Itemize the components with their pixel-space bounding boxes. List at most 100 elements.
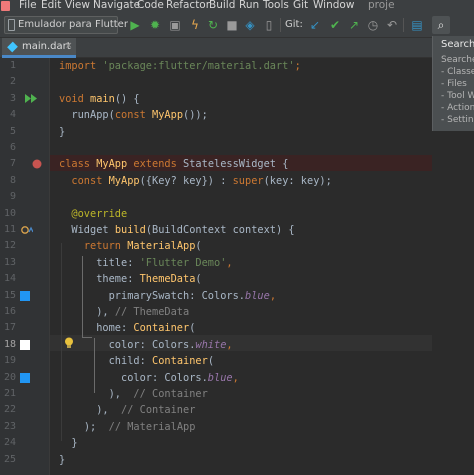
android-studio-logo-icon <box>1 1 10 11</box>
menu-file[interactable]: File <box>19 0 37 12</box>
token-keyword: const <box>114 109 146 122</box>
menu-bar: File Edit View Navigate Code Refactor Bu… <box>0 0 474 12</box>
token-comment: // ThemeData <box>114 306 190 318</box>
token-punct: , <box>226 256 233 269</box>
run-with-coverage-icon[interactable]: ▣ <box>167 17 183 33</box>
menu-edit[interactable]: Edit <box>41 0 61 12</box>
menu-window[interactable]: Window <box>313 0 354 12</box>
token-text: ), <box>96 306 115 318</box>
menu-view[interactable]: View <box>65 0 90 12</box>
token-constant: white <box>195 338 227 351</box>
flutter-inspector-icon[interactable]: ◈ <box>242 17 258 33</box>
git-update-icon[interactable]: ↙ <box>307 17 323 33</box>
menu-refactor[interactable]: Refactor <box>166 0 210 12</box>
token-keyword: return <box>83 240 122 253</box>
git-commit-icon[interactable]: ✔ <box>327 17 343 33</box>
line-number: 14 <box>3 273 16 285</box>
line-number: 18 <box>3 338 16 350</box>
override-method-icon[interactable] <box>21 225 33 235</box>
line-number: 7 <box>9 158 16 170</box>
token-text: ), <box>96 404 122 417</box>
token-text: ( <box>195 240 202 253</box>
menu-git[interactable]: Git <box>293 0 308 12</box>
device-selector[interactable]: Emulador para Flutter <box>4 16 128 34</box>
line-number: 3 <box>9 92 16 104</box>
project-structure-icon[interactable]: ▤ <box>409 17 425 33</box>
rollback-icon[interactable]: ↶ <box>384 17 400 33</box>
code-line-12: return MaterialApp( <box>59 238 202 254</box>
token-text: ()); <box>183 109 208 122</box>
blue-color-swatch[interactable] <box>20 291 30 301</box>
hot-restart-icon[interactable]: ↻ <box>205 17 221 33</box>
token-text: StatelessWidget { <box>183 158 289 171</box>
token-function: build <box>114 224 146 236</box>
line-number: 4 <box>9 109 16 121</box>
debug-icon[interactable]: ✹ <box>147 17 163 33</box>
token-text: title: <box>96 256 140 269</box>
code-line-15: primarySwatch: Colors.blue, <box>59 288 276 304</box>
token-punct: ; <box>294 60 301 72</box>
token-punct: , <box>269 289 277 302</box>
menu-tools[interactable]: Tools <box>263 0 289 12</box>
line-number: 1 <box>9 60 16 71</box>
tooltip-item: - Actions <box>441 103 474 113</box>
hot-reload-icon[interactable]: ϟ <box>187 17 203 33</box>
main-toolbar: Emulador para Flutter ▶ ✹ ▣ ϟ ↻ ■ ◈ ▯ Gi… <box>0 12 474 38</box>
editor-right-area <box>432 131 474 475</box>
code-line-11: Widget build(BuildContext context) { <box>59 222 294 238</box>
run-main-icon[interactable] <box>25 94 39 103</box>
token-string: 'Flutter Demo' <box>139 256 227 269</box>
line-number: 20 <box>3 371 16 383</box>
menu-code[interactable]: Code <box>137 0 164 12</box>
editor-gutter[interactable]: 1 2 3 4 5 6 7 8 9 10 11 12 13 14 15 16 1… <box>0 58 50 475</box>
token-class: Container <box>152 355 208 368</box>
git-label: Git: <box>285 19 303 30</box>
run-icon[interactable]: ▶ <box>127 17 143 33</box>
line-number: 21 <box>3 388 16 399</box>
menu-navigate[interactable]: Navigate <box>93 0 140 12</box>
code-line-5: } <box>59 124 65 140</box>
code-line-1: import 'package:flutter/material.dart'; <box>59 58 301 74</box>
tooltip-title: Search E <box>441 39 474 50</box>
line-number: 8 <box>9 174 16 186</box>
tab-label: main.dart <box>22 41 71 52</box>
stop-icon[interactable]: ■ <box>224 17 240 33</box>
code-line-20: color: Colors.blue, <box>59 370 239 386</box>
token-text: primarySwatch: Colors. <box>108 289 245 302</box>
project-title: proje <box>368 0 395 11</box>
line-number: 17 <box>3 322 16 334</box>
device-manager-icon[interactable]: ▯ <box>261 17 277 33</box>
search-everywhere-icon[interactable]: ⌕ <box>432 16 450 34</box>
code-line-10: @override <box>59 206 127 222</box>
token-punct: , <box>232 371 239 384</box>
code-line-23: ); // MaterialApp <box>59 419 196 435</box>
close-icon[interactable]: × <box>65 41 73 51</box>
code-line-3: void main() { <box>59 91 140 107</box>
code-line-13: title: 'Flutter Demo', <box>59 255 233 271</box>
git-push-icon[interactable]: ↗ <box>346 17 362 33</box>
code-editor[interactable]: import 'package:flutter/material.dart'; … <box>50 58 432 475</box>
token-text: ), <box>108 388 134 400</box>
token-text: (key: key); <box>263 174 332 187</box>
line-number: 25 <box>3 453 16 465</box>
git-history-icon[interactable]: ◷ <box>365 17 381 33</box>
blue-color-swatch[interactable] <box>20 373 30 383</box>
token-text: color: Colors. <box>108 338 196 351</box>
token-text: ({Key? key}) : <box>139 174 233 187</box>
token-keyword: super <box>232 174 264 187</box>
menu-build[interactable]: Build <box>209 0 235 12</box>
white-color-swatch[interactable] <box>20 340 30 350</box>
token-punct: , <box>226 338 233 351</box>
menu-run[interactable]: Run <box>239 0 259 12</box>
toolbar-separator <box>403 18 404 32</box>
line-number: 22 <box>3 404 16 416</box>
tab-main-dart[interactable]: main.dart × <box>2 38 76 58</box>
token-text: theme: <box>96 273 140 286</box>
line-number: 6 <box>9 142 16 153</box>
token-comment: // Container <box>121 404 196 417</box>
line-number: 9 <box>9 191 16 203</box>
token-text: ( <box>207 355 215 368</box>
code-line-18: color: Colors.white, <box>59 337 233 353</box>
token-keyword: import <box>59 60 97 72</box>
breakpoint-icon[interactable] <box>32 159 42 169</box>
